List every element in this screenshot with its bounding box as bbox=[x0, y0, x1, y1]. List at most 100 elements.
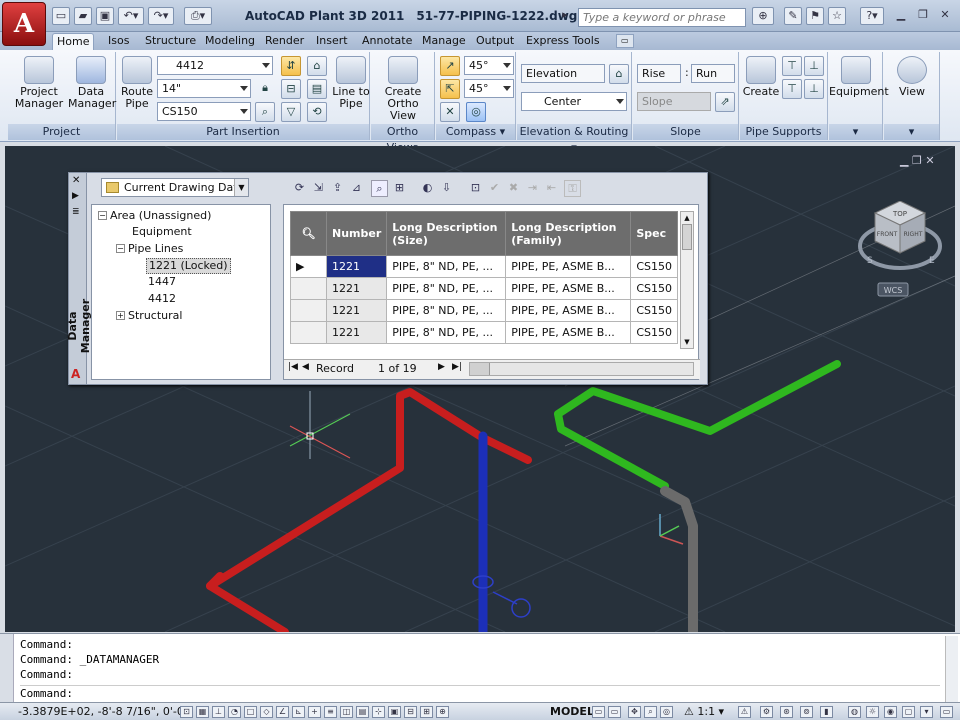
table-cell[interactable]: CS150 bbox=[630, 255, 678, 278]
table-cell[interactable]: PIPE, 8" ND, PE, ... bbox=[386, 255, 507, 278]
tree-node-line-1447[interactable]: 1447 bbox=[148, 275, 176, 289]
tree-node-line-1221[interactable]: 1221 (Locked) bbox=[146, 258, 231, 274]
palette-properties-icon[interactable]: ≣ bbox=[72, 207, 80, 217]
palette-close-icon[interactable]: ✕ bbox=[72, 175, 80, 186]
equipment-button[interactable]: Equipment bbox=[829, 56, 889, 98]
tab-modeling[interactable]: Modeling bbox=[201, 33, 259, 50]
collapse-icon[interactable]: − bbox=[116, 244, 125, 253]
table-cell[interactable]: 1221 bbox=[325, 299, 388, 322]
communication-icon[interactable]: ⚑ bbox=[806, 7, 824, 25]
row-selector[interactable] bbox=[290, 321, 327, 344]
table-cell[interactable]: PIPE, PE, ASME B... bbox=[505, 321, 632, 344]
table-cell[interactable]: PIPE, PE, ASME B... bbox=[505, 277, 632, 300]
table-cell[interactable]: CS150 bbox=[630, 321, 678, 344]
scroll-thumb[interactable] bbox=[682, 224, 692, 250]
isolate-icon[interactable]: ◍ bbox=[848, 706, 861, 718]
export-icon[interactable]: ⇪ bbox=[329, 180, 346, 197]
slope-field[interactable]: Slope bbox=[637, 92, 711, 111]
column-header-desc-family[interactable]: Long Description (Family) bbox=[505, 211, 632, 256]
otrack-icon[interactable]: ∠ bbox=[276, 706, 289, 718]
isolate-objects-icon[interactable]: ⊚ bbox=[800, 706, 813, 718]
hide-icon[interactable]: ◐ bbox=[419, 180, 436, 197]
reject-icon[interactable]: ✖ bbox=[505, 180, 522, 197]
rise-field[interactable]: Rise bbox=[637, 64, 681, 83]
column-header-desc-size[interactable]: Long Description (Size) bbox=[386, 211, 507, 256]
new-file-icon[interactable]: ▭ bbox=[52, 7, 70, 25]
row-selector-current[interactable]: ▶ bbox=[290, 255, 327, 278]
route-pipe-button[interactable]: Route Pipe bbox=[119, 56, 155, 110]
size-combo[interactable]: 14" bbox=[157, 79, 251, 98]
accept-icon[interactable]: ✔ bbox=[486, 180, 503, 197]
view-panel-expand[interactable]: ▾ bbox=[884, 124, 939, 140]
support-tool-4-icon[interactable]: ⊥ bbox=[804, 79, 824, 99]
lock-toolbars-icon[interactable]: ⊛ bbox=[780, 706, 793, 718]
annotation-scale[interactable]: ⚠ 1:1 ▾ bbox=[684, 703, 724, 720]
spec-combo[interactable]: CS150 bbox=[157, 102, 251, 121]
undo-icon[interactable]: ↶▾ bbox=[118, 7, 144, 25]
command-scrollbar[interactable] bbox=[945, 636, 958, 702]
highlight-icon[interactable]: ⊞ bbox=[391, 180, 408, 197]
search-input[interactable]: Type a keyword or phrase bbox=[578, 8, 746, 27]
binoculars-icon[interactable]: ⊕ bbox=[752, 7, 774, 25]
table-cell[interactable]: PIPE, PE, ASME B... bbox=[505, 255, 632, 278]
viewport-close-icon[interactable]: ✕ bbox=[925, 154, 934, 167]
data-manager-button[interactable]: Data Manager bbox=[68, 56, 116, 110]
save-icon[interactable]: ▣ bbox=[96, 7, 114, 25]
status-menu-icon[interactable]: ▾ bbox=[920, 706, 933, 718]
elevation-field[interactable]: Elevation bbox=[521, 64, 605, 83]
search-expand-icon[interactable]: ▸ bbox=[558, 7, 572, 25]
zoom-extents-icon[interactable]: ⇲ bbox=[310, 180, 327, 197]
viewcube[interactable]: TOP FRONT RIGHT S E WCS bbox=[855, 200, 945, 301]
scroll-down-icon[interactable]: ▼ bbox=[681, 336, 693, 348]
quick-view-layouts-icon[interactable]: ▭ bbox=[592, 706, 605, 718]
table-cell[interactable]: 1221 bbox=[325, 255, 388, 278]
favorites-star-icon[interactable]: ☆ bbox=[828, 7, 846, 25]
hardware-acceleration-icon[interactable]: ▮ bbox=[820, 706, 833, 718]
command-window-handle[interactable] bbox=[0, 634, 14, 704]
compass-angle-icon[interactable]: ↗ bbox=[440, 56, 460, 76]
table-cell[interactable]: 1221 bbox=[325, 321, 388, 344]
table-row[interactable]: ▶ 1221 PIPE, 8" ND, PE, ... PIPE, PE, AS… bbox=[290, 255, 678, 278]
viewport-minimize-icon[interactable]: ▁ bbox=[900, 154, 908, 167]
collapse-icon[interactable]: − bbox=[98, 211, 107, 220]
h-scroll-thumb[interactable] bbox=[470, 363, 490, 375]
tab-isos[interactable]: Isos bbox=[104, 33, 133, 50]
open-folder-icon[interactable]: ▰ bbox=[74, 7, 92, 25]
tab-manage[interactable]: Manage bbox=[418, 33, 470, 50]
spec-viewer-icon[interactable]: ⌕ bbox=[255, 102, 275, 122]
continuous-route-icon[interactable]: ⇵ bbox=[281, 56, 301, 76]
viewport-restore-icon[interactable]: ❐ bbox=[912, 154, 922, 167]
last-record-icon[interactable]: ▶| bbox=[452, 362, 462, 372]
expand-icon[interactable]: + bbox=[116, 311, 125, 320]
pull-icon[interactable]: ⇤ bbox=[543, 180, 560, 197]
light-bulb-icon[interactable]: ☼ bbox=[866, 706, 879, 718]
plant-palette-icon[interactable]: ▤ bbox=[307, 79, 327, 99]
quick-view-drawings-icon[interactable]: ▭ bbox=[608, 706, 621, 718]
clean-screen-icon[interactable]: ▢ bbox=[902, 706, 915, 718]
tab-home[interactable]: Home bbox=[52, 33, 95, 50]
osnap-icon[interactable]: □ bbox=[244, 706, 257, 718]
ducs-icon[interactable]: ⊾ bbox=[292, 706, 305, 718]
tree-node-structural[interactable]: + Structural bbox=[116, 309, 182, 323]
support-tool-1-icon[interactable]: ⊤ bbox=[782, 56, 802, 76]
part-tool-icon[interactable]: ⊟ bbox=[281, 79, 301, 99]
tab-render[interactable]: Render bbox=[261, 33, 308, 50]
tpy-icon[interactable]: ◫ bbox=[340, 706, 353, 718]
tree-node-equipment[interactable]: Equipment bbox=[132, 225, 192, 239]
redo-icon[interactable]: ↷▾ bbox=[148, 7, 174, 25]
lock-icon[interactable]: 🔒︎ bbox=[255, 79, 275, 99]
column-header-number[interactable]: Number bbox=[325, 211, 388, 256]
tree-node-line-4412[interactable]: 4412 bbox=[148, 292, 176, 306]
qp-icon[interactable]: ▤ bbox=[356, 706, 369, 718]
command-input[interactable]: Command: bbox=[20, 685, 940, 701]
horizontal-scrollbar[interactable] bbox=[469, 362, 694, 376]
compass-circle-icon[interactable]: ◎ bbox=[466, 102, 486, 122]
tab-insert[interactable]: Insert bbox=[312, 33, 352, 50]
elevation-pick-icon[interactable]: ⌂ bbox=[609, 64, 629, 84]
tab-output[interactable]: Output bbox=[472, 33, 518, 50]
support-tool-3-icon[interactable]: ⊤ bbox=[782, 79, 802, 99]
substitute-icon[interactable]: ⟲ bbox=[307, 102, 327, 122]
import-icon[interactable]: ⇩ bbox=[438, 180, 455, 197]
palette-titlebar[interactable]: ✕ ▶ ≣ Data Manager A bbox=[66, 173, 92, 384]
lwt-icon[interactable]: ≡ bbox=[324, 706, 337, 718]
